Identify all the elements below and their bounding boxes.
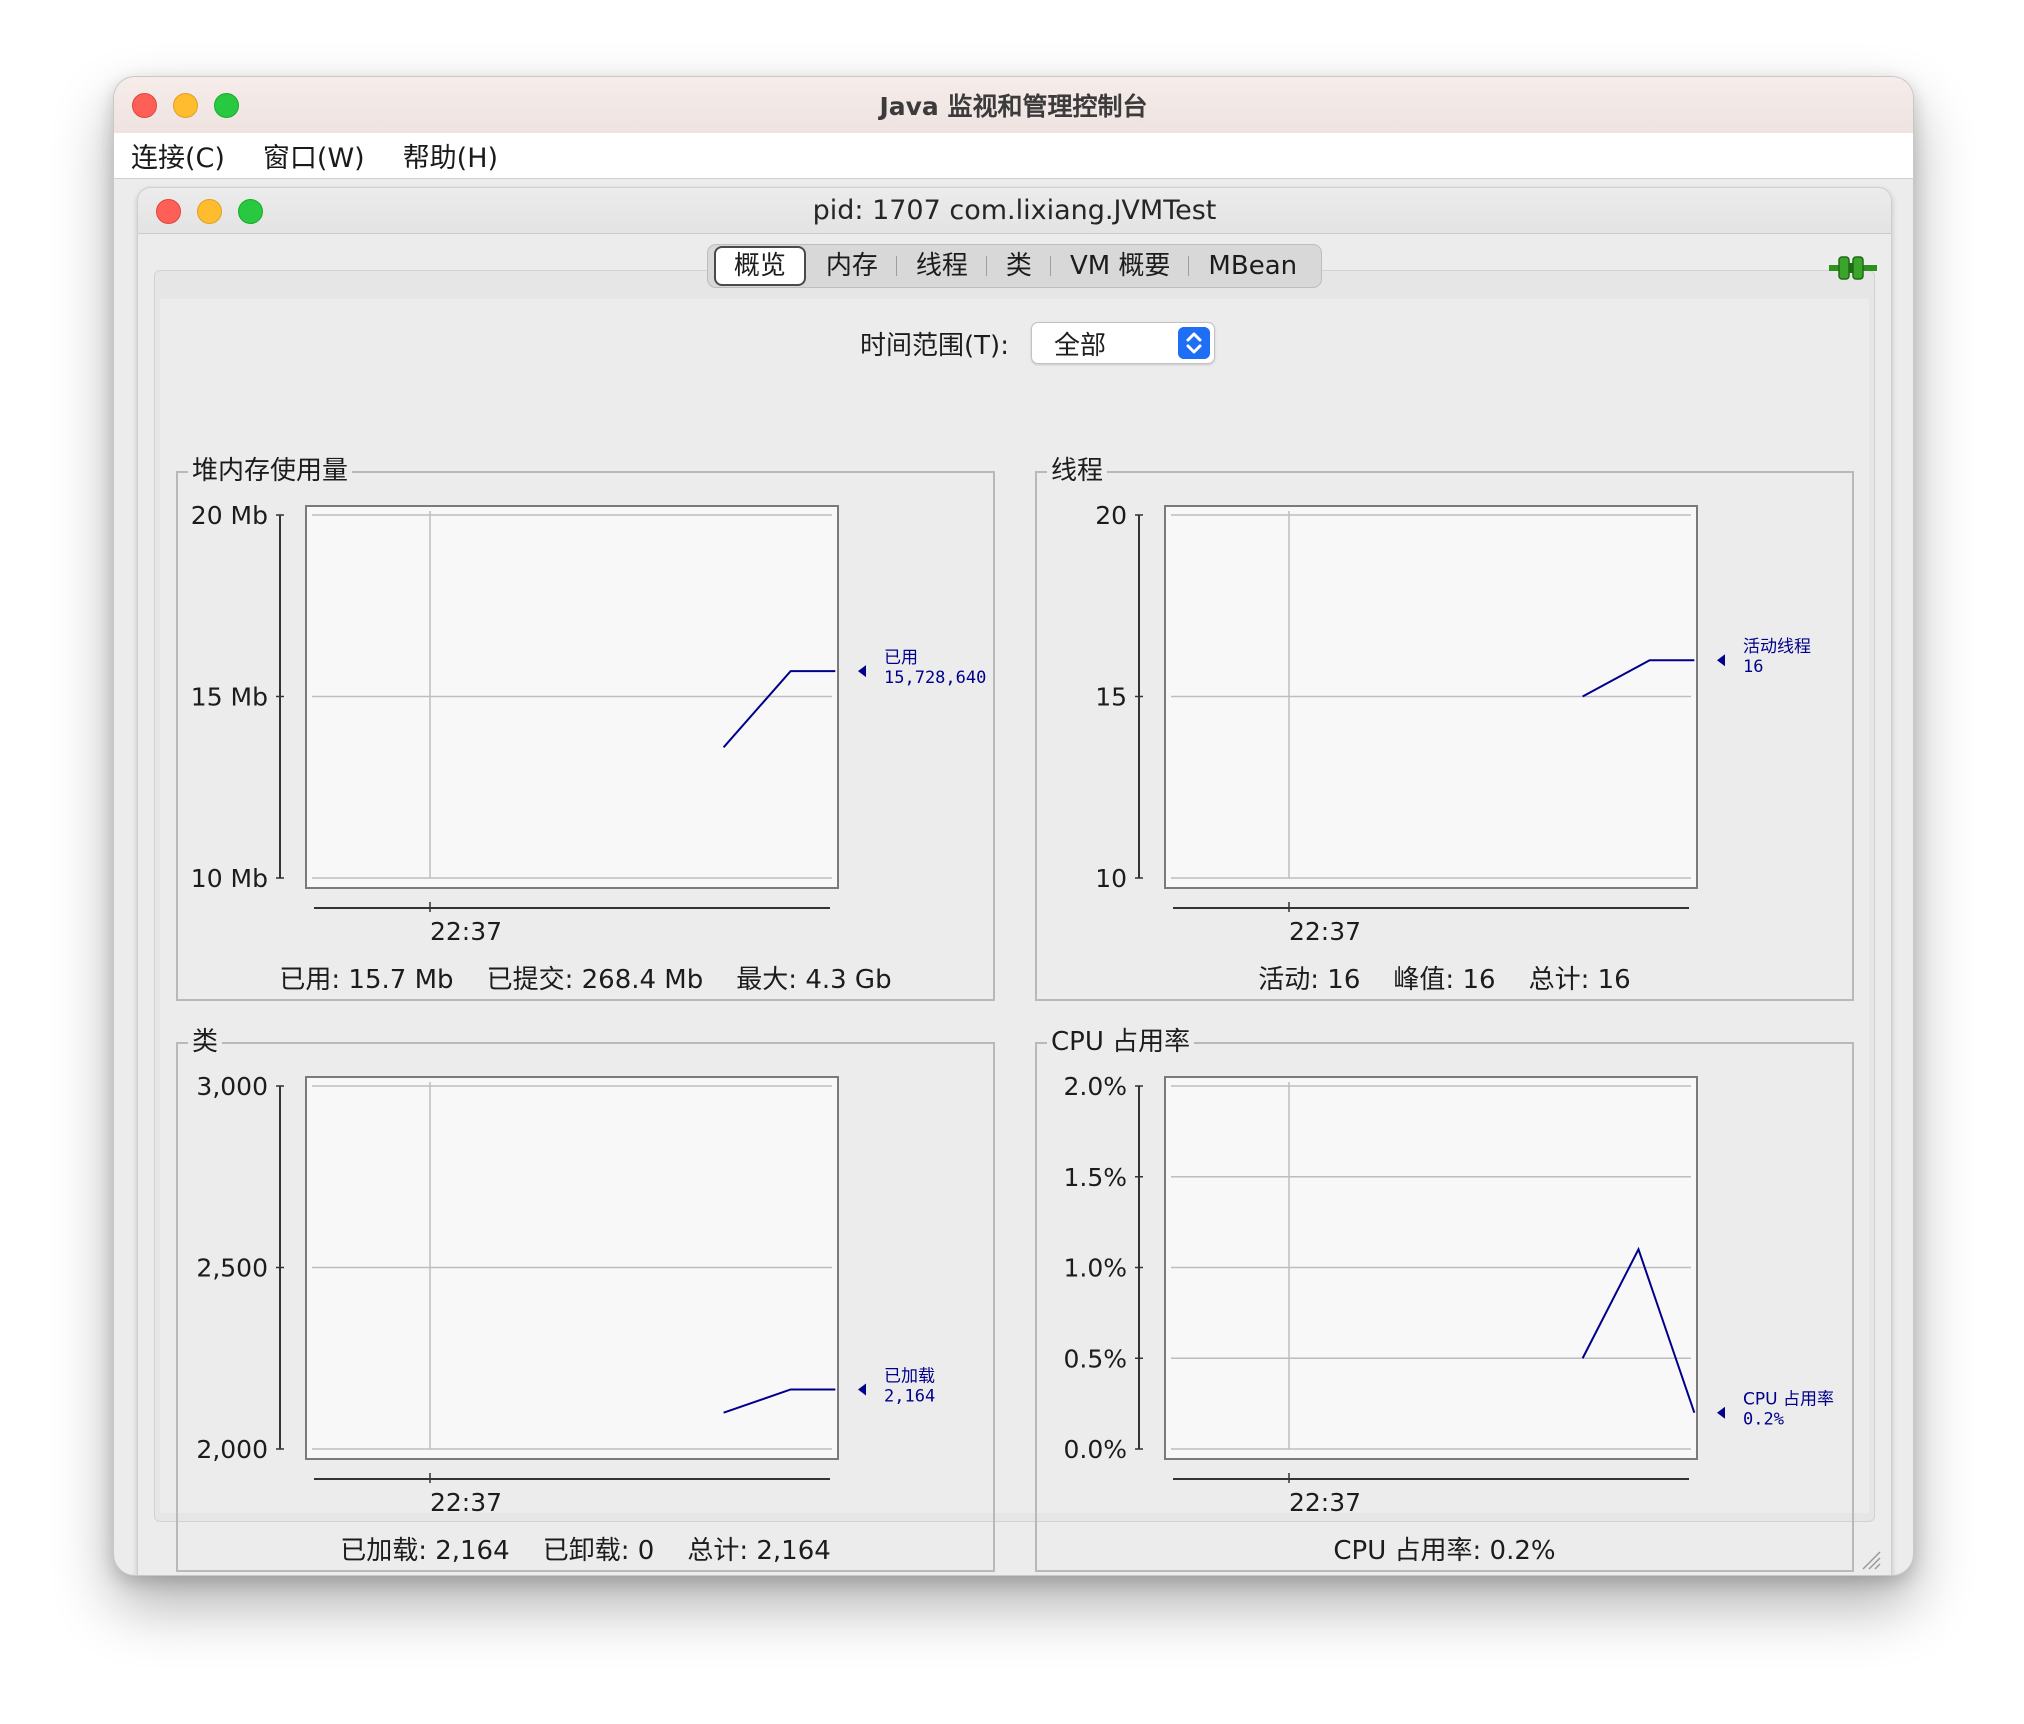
heap-chart: 20 Mb 15 Mb 10 Mb 22:37 已用15,728,640 bbox=[191, 501, 987, 946]
connection-window-titlebar[interactable]: pid: 1707 com.lixiang.JVMTest bbox=[138, 188, 1891, 234]
heap-summary: 已用: 15.7 Mb 已提交: 268.4 Mb 最大: 4.3 Gb bbox=[279, 965, 892, 995]
cpu-legend-name: CPU 占用率 bbox=[1743, 1390, 1834, 1410]
tab-overview[interactable]: 概览 bbox=[713, 246, 806, 286]
classes-legend-marker bbox=[858, 1383, 866, 1396]
threads-legend-marker bbox=[1717, 654, 1725, 667]
cpu-y-tick-label: 2.0% bbox=[1063, 1072, 1127, 1101]
heap-y-tick-label: 15 Mb bbox=[191, 683, 268, 712]
classes-x-tick-label: 22:37 bbox=[430, 1488, 502, 1517]
cpu-chart: 2.0% 1.5% 1.0% 0.5% 0.0% 22:37 CPU 占用率0.2% bbox=[1063, 1072, 1834, 1517]
heap-y-tick-label: 20 Mb bbox=[191, 501, 268, 530]
cpu-summary: CPU 占用率: 0.2% bbox=[1333, 1536, 1556, 1566]
connection-title: pid: 1707 com.lixiang.JVMTest bbox=[812, 195, 1217, 226]
tab-vm-summary[interactable]: VM 概要 bbox=[1049, 248, 1188, 284]
threads-y-tick-label: 20 bbox=[1095, 501, 1127, 530]
menu-help[interactable]: 帮助(H) bbox=[403, 136, 498, 175]
cpu-y-tick-label: 1.0% bbox=[1063, 1254, 1127, 1283]
close-connection-button[interactable] bbox=[156, 199, 181, 224]
close-window-button[interactable] bbox=[132, 93, 157, 118]
chevron-up-down-icon bbox=[1177, 327, 1210, 359]
cpu-legend-marker bbox=[1717, 1406, 1725, 1419]
connection-window: pid: 1707 com.lixiang.JVMTest 概览 内存 线程 类… bbox=[137, 187, 1892, 1575]
threads-legend-name: 活动线程 bbox=[1743, 637, 1811, 657]
main-window: Java 监视和管理控制台 连接(C) 窗口(W) 帮助(H) pid: 170… bbox=[113, 76, 1914, 1576]
window-titlebar[interactable]: Java 监视和管理控制台 bbox=[114, 77, 1913, 133]
threads-chart: 20 15 10 22:37 活动线程16 bbox=[1095, 501, 1811, 946]
cpu-y-tick-label: 1.5% bbox=[1063, 1163, 1127, 1192]
heap-legend-name: 已用 bbox=[884, 648, 918, 668]
heap-memory-panel: 堆内存使用量 20 Mb 15 Mb 10 Mb 22:37 已用 15,728,640 … bbox=[176, 454, 995, 1001]
cpu-x-tick-label: 22:37 bbox=[1289, 1488, 1361, 1517]
cpu-y-tick-label: 0.0% bbox=[1063, 1435, 1127, 1464]
menu-window[interactable]: 窗口(W) bbox=[263, 136, 365, 175]
resize-grip-icon[interactable] bbox=[1859, 1548, 1881, 1570]
heap-y-tick-label: 10 Mb bbox=[191, 864, 268, 893]
heap-legend-value: 15,728,640 bbox=[884, 668, 986, 688]
heap-x-tick-label: 22:37 bbox=[430, 917, 502, 946]
threads-panel: 线程 20 15 10 22:37 活动线程 16 活动: 16 峰值: 16 总计: 1… bbox=[1035, 454, 1854, 1001]
cpu-legend-value: 0.2% bbox=[1743, 1410, 1784, 1430]
threads-summary: 活动: 16 峰值: 16 总计: 16 bbox=[1258, 965, 1631, 995]
cpu-panel: CPU 占用率 2.0% 1.5% 1.0% 0.5% 0.0% 22:37 CPU 占用率… bbox=[1035, 1025, 1854, 1572]
classes-legend-name: 已加载 bbox=[884, 1366, 935, 1386]
time-range-value: 全部 bbox=[1053, 330, 1106, 361]
classes-panel: 类 3,000 2,500 2,000 22:37 已加载 2,164 已加载: 2,16… bbox=[176, 1025, 995, 1572]
classes-legend-value: 2,164 bbox=[884, 1386, 935, 1406]
menu-bar: 连接(C) 窗口(W) 帮助(H) bbox=[114, 133, 1913, 179]
classes-y-tick-label: 2,500 bbox=[196, 1254, 268, 1283]
classes-y-tick-label: 3,000 bbox=[196, 1072, 268, 1101]
tab-classes[interactable]: 类 bbox=[985, 248, 1050, 284]
threads-y-tick-label: 15 bbox=[1095, 683, 1127, 712]
tab-bar: 概览 内存 线程 类 VM 概要 MBean bbox=[138, 244, 1891, 292]
minimize-connection-button[interactable] bbox=[197, 199, 222, 224]
tab-mbean[interactable]: MBean bbox=[1188, 248, 1315, 284]
time-range-label: 时间范围(T): bbox=[860, 330, 1009, 361]
time-range-row: 时间范围(T): 全部 bbox=[138, 322, 1891, 364]
connection-status-icon[interactable] bbox=[1829, 254, 1877, 282]
tab-threads[interactable]: 线程 bbox=[895, 248, 986, 284]
threads-y-tick-label: 10 bbox=[1095, 864, 1127, 893]
threads-legend-value: 16 bbox=[1743, 657, 1763, 677]
zoom-connection-button[interactable] bbox=[238, 199, 263, 224]
cpu-y-tick-label: 0.5% bbox=[1063, 1344, 1127, 1373]
minimize-window-button[interactable] bbox=[173, 93, 198, 118]
classes-summary: 已加载: 2,164 已卸载: 0 总计: 2,164 bbox=[340, 1536, 831, 1566]
classes-chart: 3,000 2,500 2,000 22:37 已加载2,164 bbox=[196, 1072, 935, 1517]
window-title: Java 监视和管理控制台 bbox=[879, 92, 1148, 121]
time-range-select[interactable]: 全部 bbox=[1030, 322, 1215, 364]
tab-memory[interactable]: 内存 bbox=[808, 248, 896, 284]
threads-x-tick-label: 22:37 bbox=[1289, 917, 1361, 946]
heap-legend-marker bbox=[858, 665, 866, 678]
menu-connection[interactable]: 连接(C) bbox=[131, 136, 225, 175]
classes-y-tick-label: 2,000 bbox=[196, 1435, 268, 1464]
zoom-window-button[interactable] bbox=[214, 93, 239, 118]
